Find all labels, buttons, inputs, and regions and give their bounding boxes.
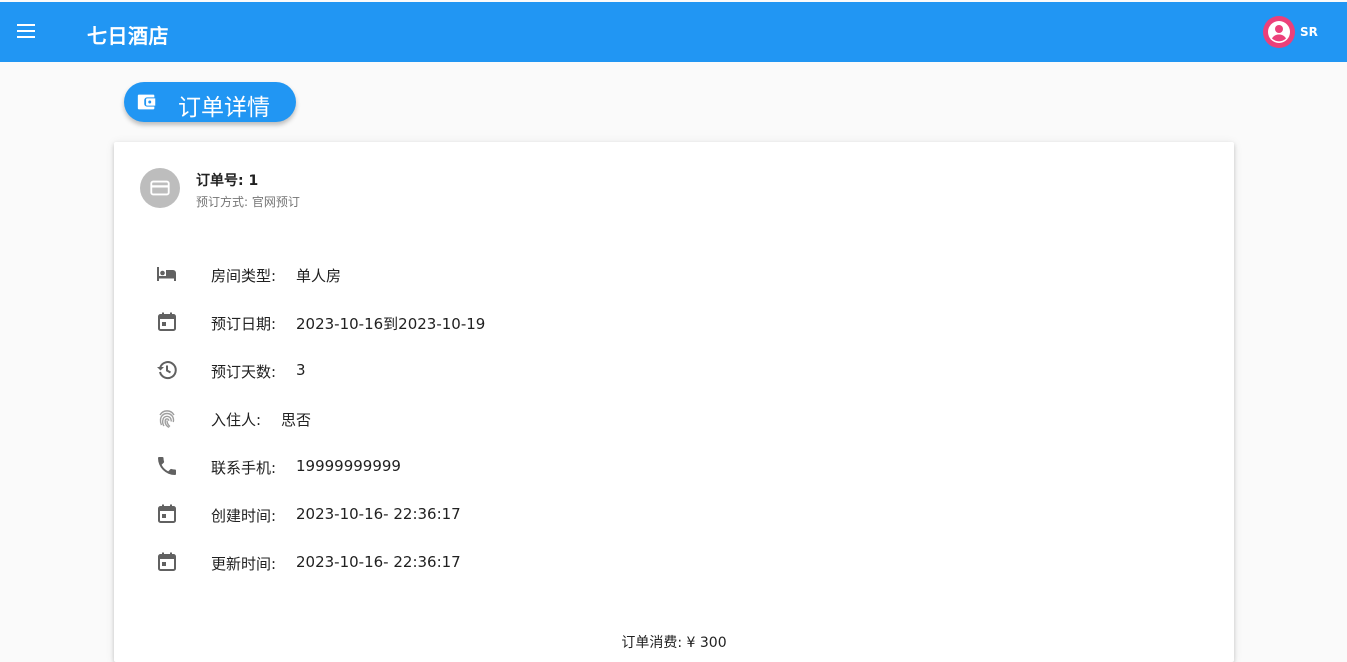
detail-created-at: 创建时间: 2023-10-16- 22:36:17 [114, 492, 814, 540]
detail-value: 19999999999 [296, 457, 401, 475]
account-circle-icon [1263, 16, 1295, 48]
detail-label: 创建时间: [211, 507, 277, 525]
order-total-value: ¥ 300 [686, 635, 727, 651]
bed-icon [155, 262, 179, 286]
detail-label: 入住人: [211, 411, 262, 429]
user-initials: SR [1300, 25, 1318, 39]
order-number: 订单号: 1 [196, 173, 259, 189]
detail-phone: 联系手机: 19999999999 [114, 444, 814, 492]
order-detail-card: 订单号: 1 预订方式: 官网预订 房间类型: 单人房 预订日期: 2023-1… [114, 142, 1234, 662]
app-bar: 七日酒店 SR [0, 2, 1347, 62]
detail-label: 房间类型: [211, 267, 277, 285]
detail-label: 预订天数: [211, 363, 277, 381]
detail-value: 2023-10-16- 22:36:17 [296, 553, 461, 571]
detail-guest: 入住人: 思否 [114, 396, 814, 444]
detail-booking-days: 预订天数: 3 [114, 348, 814, 396]
detail-booking-dates: 预订日期: 2023-10-16到2023-10-19 [114, 300, 814, 348]
page-title-chip: 订单详情 [124, 82, 296, 122]
detail-label: 联系手机: [211, 459, 277, 477]
phone-icon [155, 454, 179, 478]
menu-icon[interactable] [16, 21, 38, 41]
order-method-label: 预订方式: [196, 195, 249, 209]
user-menu[interactable]: SR [1263, 16, 1318, 48]
detail-updated-at: 更新时间: 2023-10-16- 22:36:17 [114, 540, 814, 588]
order-total-label: 订单消费: [621, 635, 683, 651]
wallet-icon [136, 91, 158, 117]
detail-value: 2023-10-16到2023-10-19 [296, 315, 486, 333]
credit-card-icon [140, 168, 180, 208]
order-total: 订单消费: ¥ 300 [114, 632, 1234, 652]
calendar-icon [155, 310, 179, 334]
detail-value: 单人房 [296, 267, 342, 285]
page-title: 订单详情 [178, 95, 270, 121]
order-details-list: 房间类型: 单人房 预订日期: 2023-10-16到2023-10-19 预订… [114, 252, 814, 588]
detail-value: 2023-10-16- 22:36:17 [296, 505, 461, 523]
detail-value: 3 [296, 361, 306, 379]
detail-label: 预订日期: [211, 315, 277, 333]
fingerprint-icon [155, 406, 179, 430]
history-icon [155, 358, 179, 382]
calendar-icon [155, 502, 179, 526]
order-method-value: 官网预订 [251, 195, 300, 209]
detail-value: 思否 [281, 411, 312, 429]
calendar-icon [155, 550, 179, 574]
app-title: 七日酒店 [87, 24, 169, 48]
order-method: 预订方式: 官网预订 [196, 193, 300, 210]
detail-room-type: 房间类型: 单人房 [114, 252, 814, 300]
detail-label: 更新时间: [211, 555, 277, 573]
